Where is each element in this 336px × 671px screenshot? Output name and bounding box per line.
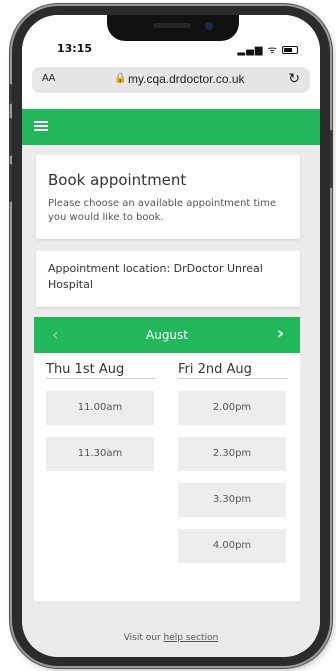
app-header (22, 109, 320, 145)
volume-up-button (9, 118, 12, 156)
power-button (330, 130, 333, 188)
camera (205, 22, 213, 30)
volume-down-button (9, 164, 12, 202)
footer: Visit our help section (22, 633, 320, 643)
reload-icon[interactable]: ↻ (288, 70, 300, 87)
mute-switch (9, 84, 12, 104)
battery-icon (282, 46, 298, 54)
phone-screen: 13:15 ▂▄▆ ᯤ AA 🔒 my.cqa.drdoctor.co.uk ↻… (22, 15, 320, 657)
status-time: 13:15 (57, 42, 93, 55)
timeslot-button[interactable]: 2.00pm (178, 391, 286, 425)
footer-text: Visit our (123, 633, 161, 643)
lock-icon: 🔒 (114, 73, 127, 84)
day-column-thu: Thu 1st Aug 11.00am 11.30am (46, 353, 156, 471)
status-icons: ▂▄▆ ᯤ (237, 42, 298, 56)
timeslot-button[interactable]: 3.30pm (178, 483, 286, 517)
day-column-fri: Fri 2nd Aug 2.00pm 2.30pm 3.30pm 4.00pm (178, 353, 288, 563)
page-title: Book appointment (48, 171, 187, 189)
appointment-location: Appointment location: DrDoctor Unreal Ho… (48, 262, 263, 291)
notch (107, 15, 239, 41)
day-heading: Thu 1st Aug (46, 353, 156, 379)
page-content: Book appointment Please choose an availa… (22, 145, 320, 657)
timeslot-panel: Thu 1st Aug 11.00am 11.30am Fri 2nd Aug … (34, 353, 300, 601)
hamburger-menu-icon[interactable] (34, 121, 48, 132)
timeslot-button[interactable]: 11.00am (46, 391, 154, 425)
text-size-button[interactable]: AA (42, 73, 55, 84)
url-text[interactable]: my.cqa.drdoctor.co.uk (128, 72, 245, 86)
timeslot-button[interactable]: 2.30pm (178, 437, 286, 471)
month-navigator: ‹ August › (34, 317, 300, 353)
day-heading: Fri 2nd Aug (178, 353, 288, 379)
month-label: August (146, 328, 188, 342)
speaker (153, 23, 191, 28)
browser-bar: AA 🔒 my.cqa.drdoctor.co.uk ↻ (22, 59, 320, 109)
page-description: Please choose an available appointment t… (48, 198, 277, 223)
help-section-link[interactable]: help section (164, 633, 219, 643)
timeslot-button[interactable]: 4.00pm (178, 529, 286, 563)
next-month-icon[interactable]: › (277, 323, 284, 344)
timeslot-button[interactable]: 11.30am (46, 437, 154, 471)
location-card: Appointment location: DrDoctor Unreal Ho… (36, 251, 300, 307)
address-bar[interactable]: AA 🔒 my.cqa.drdoctor.co.uk ↻ (32, 67, 310, 93)
signal-icon: ▂▄▆ (237, 45, 264, 56)
book-appointment-card: Book appointment Please choose an availa… (36, 155, 300, 239)
wifi-icon: ᯤ (267, 45, 278, 56)
